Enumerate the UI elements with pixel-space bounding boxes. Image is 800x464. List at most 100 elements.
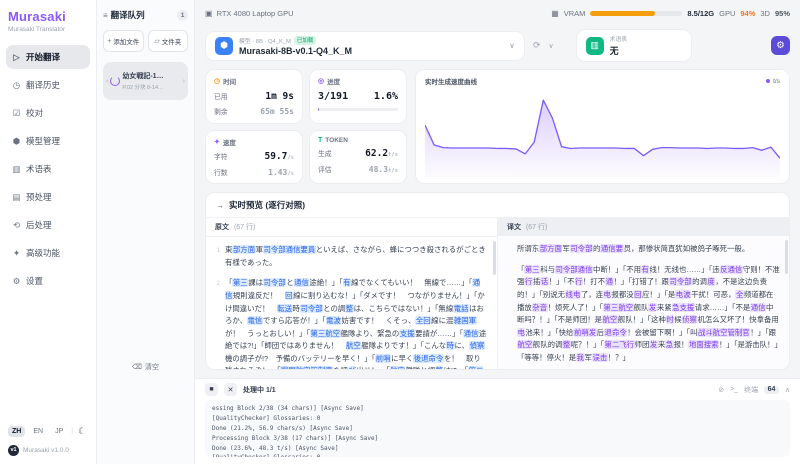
time-card-title: 时间 [223,79,237,86]
token-icon: T [318,136,323,144]
queue-item-text: 幼女戦記-1… P.02 分块 8-14… [122,71,180,91]
control-row: ⬢ 模型 · 8B · Q4_K_M 已加载 Murasaki-8B-v0.1-… [195,26,800,69]
progress-card-title: 进度 [327,79,341,86]
gpu-util-value: 94% [740,8,756,18]
glossary-term-highlight: 地面搜索 [688,340,720,350]
queue-item[interactable]: ‹ 幼女戦記-1… P.02 分块 8-14… › [103,62,188,100]
queue-list: ‹ 幼女戦記-1… P.02 分块 8-14… › [103,52,188,100]
add-file-button[interactable]: + 添加文件 [103,30,144,52]
advanced-settings-button[interactable]: ⚙ [771,36,790,55]
glossary-term-highlight: 前哨发 [573,327,597,337]
brand-subtitle: Murasaki Translator [8,26,66,33]
lang-en-button[interactable]: EN [29,426,47,437]
queue-count-badge: 1 [177,9,188,21]
folder-icon: ▱ [154,38,160,45]
glossary-term-highlight: 发 [649,340,658,350]
line-number: 1 [216,248,220,255]
lang-jp-button[interactable]: JP [51,426,67,437]
preview-header: → 实时预览 (逐行对照) [206,193,789,219]
sidebar-item-history[interactable]: ◷ 翻译历史 [6,73,90,97]
glossary-term-highlight: 回 [284,291,294,300]
stop-button[interactable]: ■ [205,383,218,396]
vram-bar [590,10,683,16]
sidebar-item-postprocess[interactable]: ⟲ 后处理 [6,213,90,237]
glossary-term-highlight: 支援 [399,328,416,338]
glossary-term-highlight: 话 [540,277,549,287]
paragraph-text: 東部方面軍司令部通信要員といえば、さながら、蜂につつき殺されるがごとき有様であっ… [225,245,486,267]
dark-mode-icon[interactable]: ☾ [78,426,86,437]
glossary-term-highlight: 部方面 [539,244,563,254]
collapse-icon[interactable]: ∧ [785,386,790,394]
model-actions: ⟳ ∨ [533,40,554,51]
glossary-term-highlight: 杂音 [531,302,548,312]
version-text: Murasaki v1.0.0 [23,447,69,454]
elapsed-value: 1m 9s [265,90,294,102]
glossary-term-highlight: 司令部通信 [555,264,593,274]
app: Murasaki Murasaki Translator ▷ 开始翻译 ◷ 翻译历史 ☑… [0,0,800,464]
glossary-term-highlight: 电波 [675,290,692,299]
scrollbar[interactable] [785,240,788,275]
move-right-icon[interactable]: › [183,78,185,85]
chevron-down-icon[interactable]: ∨ [549,42,554,50]
clear-log-icon[interactable]: ⊘ [718,386,724,394]
sidebar-item-glossary[interactable]: ▥ 术语表 [6,157,90,181]
terminal-label[interactable]: 终端 [744,385,758,395]
gear-icon: ⚙ [776,40,785,51]
bolt-icon: ✦ [214,138,220,146]
stats-grid: ◷ 时间 已用 1m 9s 剩余 65m 55s ◎ 进度 3/191 1.6%… [205,69,407,185]
sidebar-bottom: ZH EN JP | ☾ v1 Murasaki v1.0.0 [6,426,90,456]
line-number [507,243,512,256]
history-icon: ◷ [12,79,21,90]
sidebar-item-label: 校对 [26,108,44,118]
glossary-term-highlight: 发 [648,302,657,312]
divider: | [71,428,74,435]
glossary-value: 无 [609,46,619,56]
cancel-button[interactable]: ✕ [224,383,237,396]
log-line: essing Block 2/38 (34 chars)] [Async Sav… [212,405,364,412]
generate-value: 62.2t/s [365,148,398,160]
sidebar-item-proofread[interactable]: ☑ 校对 [6,101,90,125]
progress-bar-fill [318,108,320,111]
close-icon: ✕ [227,386,234,394]
queue-header: ≡ 翻译队列 1 [103,9,188,21]
language-toggle: ZH EN JP | ☾ [6,426,90,437]
target-text-area[interactable]: 所谓东部方面军司令部的通信要员，那惨状简直犹如被鸽子啄死一般。 「第三科与司令部通… [498,236,789,369]
glossary-term-highlight: 航空 [517,340,533,350]
clear-queue-button[interactable]: ⌫ 清空 [132,362,159,372]
add-folder-button[interactable]: ▱ 文件夹 [147,30,188,52]
glossary-term-highlight: 时 [665,315,675,325]
glossary-selector[interactable]: ▥ 术语表 无 [575,29,692,62]
terminal-prompt-icon: >_ [730,386,739,393]
glossary-term-highlight: 行 [574,277,583,287]
sidebar-item-settings[interactable]: ⚙ 设置 [6,269,90,293]
model-selector[interactable]: ⬢ 模型 · 8B · Q4_K_M 已加载 Murasaki-8B-v0.1-… [205,30,525,61]
gpu-util-label: GPU [719,8,736,18]
sidebar-item-play[interactable]: ▷ 开始翻译 [6,45,90,69]
vram-label: VRAM [563,8,586,18]
io-label: 3D [760,8,770,18]
glossary-term-highlight: 第三 [232,278,249,288]
lang-zh-button[interactable]: ZH [8,426,26,437]
target-pane-header: 译文 (67 行) [498,218,789,237]
log-output[interactable]: essing Block 2/38 (34 chars)] [Async Sav… [205,400,790,457]
sidebar-item-advanced[interactable]: ✦ 高级功能 [6,241,90,265]
glossary-term-highlight: 急支援 [671,302,695,312]
scrollbar[interactable] [493,241,496,276]
clear-queue-label: 清空 [144,364,159,371]
source-text-area[interactable]: 1 東部方面軍司令部通信要員といえば、さながら、蜂につつき殺されるがごとき有様であ… [206,237,497,369]
target-icon: ◎ [318,78,325,85]
version-row: v1 Murasaki v1.0.0 [6,445,90,456]
sidebar-item-model[interactable]: ⬢ 模型管理 [6,129,90,153]
chevron-down-icon[interactable]: ∨ [509,41,515,50]
glossary-term-highlight: 通 [605,277,614,287]
glossary-icon: ▥ [12,163,21,174]
refresh-icon[interactable]: ⟳ [533,40,541,51]
glossary-term-highlight: 電話 [453,303,470,313]
topbar: ▣ RTX 4080 Laptop GPU ▦ VRAM 8.5/12G GPU… [195,0,800,26]
move-left-icon[interactable]: ‹ [106,78,108,85]
preview-paragraph: 1 東部方面軍司令部通信要員といえば、さながら、蜂につつき殺されるがごとき有様であ… [215,244,488,269]
sidebar-item-label: 开始翻译 [26,52,61,62]
sidebar-item-preprocess[interactable]: ▤ 预处理 [6,185,90,209]
model-meta: 模型 · 8B · Q4_K_M [239,38,291,45]
glossary-term-highlight: 通信 [293,278,310,288]
